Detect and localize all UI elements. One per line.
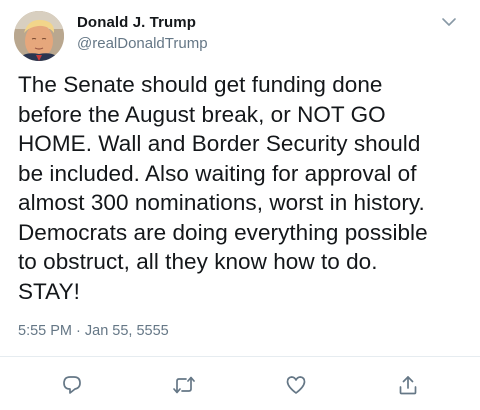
retweet-button[interactable]: [171, 372, 197, 398]
avatar-image: [14, 11, 64, 61]
chevron-down-icon[interactable]: [439, 14, 459, 30]
divider: [0, 356, 480, 357]
avatar[interactable]: [14, 11, 64, 61]
tweet-timestamp[interactable]: 5:55 PM · Jan 55, 5555: [18, 323, 169, 339]
reply-button[interactable]: [59, 372, 85, 398]
tweet-text: The Senate should get funding done befor…: [18, 72, 428, 304]
author-name[interactable]: Donald J. Trump: [77, 14, 196, 31]
share-icon: [399, 376, 417, 395]
reply-icon: [63, 376, 81, 394]
like-button[interactable]: [283, 372, 309, 398]
author-handle[interactable]: @realDonaldTrump: [77, 35, 208, 52]
share-button[interactable]: [395, 372, 421, 398]
heart-icon: [286, 376, 306, 394]
retweet-icon: [173, 376, 195, 394]
tweet-card: Donald J. Trump @realDonaldTrump The Sen…: [0, 0, 480, 410]
